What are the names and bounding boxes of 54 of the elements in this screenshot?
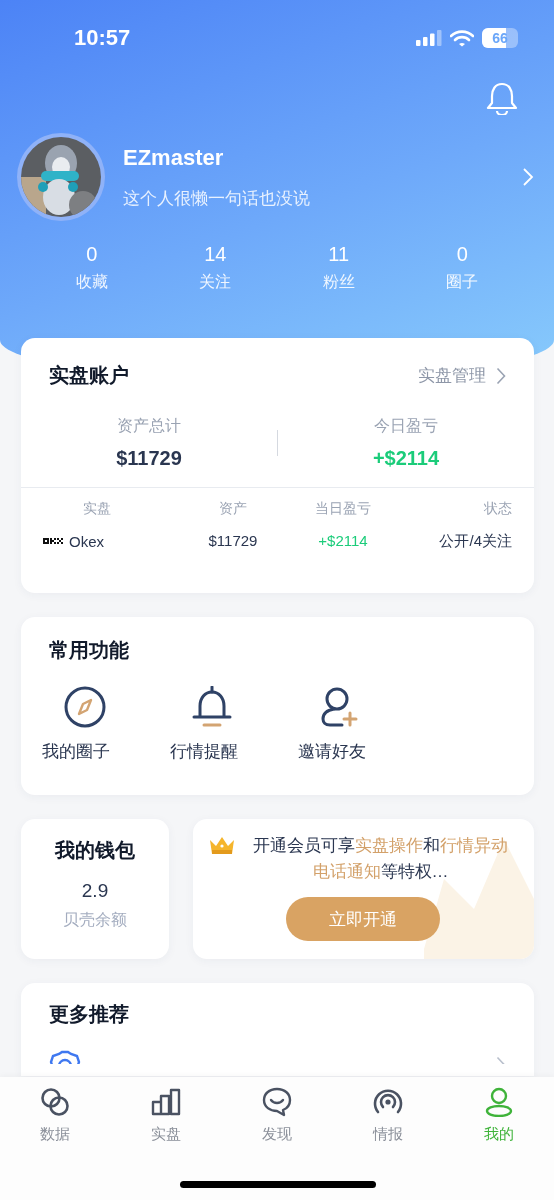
column-header: 当日盈亏 [314,500,372,518]
column-header: 资产 [218,500,248,518]
tab[interactable]: 数据 [0,1087,111,1144]
add-person-icon[interactable] [320,686,360,728]
compass-icon[interactable] [64,686,106,728]
tab[interactable]: 发现 [221,1087,333,1144]
table-cell-text: $11729 [207,532,259,551]
summary-label: 资产总计 [117,416,181,436]
column-header: 状态 [483,500,512,518]
stat-label[interactable]: 圈子 [446,272,479,293]
status-time: 10:57 [74,25,131,51]
bar-chart-icon [151,1087,182,1117]
stat-label[interactable]: 收藏 [75,272,108,293]
stat-label[interactable]: 关注 [199,272,232,293]
exchange-logo-icon [43,537,63,546]
tab[interactable]: 实盘 [110,1087,222,1144]
card-title: 常用功能 [49,638,130,663]
function-label[interactable]: 邀请好友 [298,740,366,763]
card-title: 实盘账户 [49,363,129,388]
notification-bell-icon[interactable] [486,81,518,115]
summary-label: 今日盈亏 [374,416,438,436]
function-label[interactable]: 行情提醒 [170,740,238,763]
person-icon [483,1087,514,1117]
stat-value[interactable]: 14 [204,243,227,266]
card-title: 我的钱包 [55,838,135,863]
vip-promo-text: 开通会员可享实盘操作和行情异动电话通知等特权… [252,835,509,883]
signal-icon [416,30,442,46]
tab[interactable]: 我的 [443,1087,554,1144]
column-header: 实盘 [82,500,112,518]
balance-label: 贝壳余额 [63,910,127,930]
stat-value[interactable]: 11 [328,243,350,266]
user-bio: 这个人很懒一句话也没说 [123,187,311,210]
wifi-icon [450,29,474,47]
manage-link[interactable]: 实盘管理 [418,364,506,387]
activate-button[interactable]: 立即开通 [285,897,440,941]
table-cell: Okex [69,533,104,550]
table-cell-text: 公开/4关注 [438,532,512,551]
wallet-card[interactable]: 我的钱包 2.9 贝壳余额 [21,819,169,959]
circles-icon [40,1087,71,1117]
function-label[interactable]: 我的圈子 [42,740,110,763]
chat-bubble-icon [262,1087,292,1117]
stat-label[interactable]: 粉丝 [322,272,355,293]
wallet-balance: 2.9 [81,880,109,902]
summary-value: $11729 [116,447,182,470]
crown-icon [209,835,235,855]
summary-value: +$2114 [372,447,440,470]
stat-value[interactable]: 0 [456,243,468,266]
bell-icon[interactable] [192,686,232,728]
card-title: 更多推荐 [49,1003,129,1025]
stat-value[interactable]: 0 [86,243,98,266]
tab[interactable]: 情报 [332,1087,444,1144]
table-cell-text: +$2114 [317,532,369,551]
username: EZmaster [123,144,225,171]
gear-icon[interactable] [49,1050,81,1064]
